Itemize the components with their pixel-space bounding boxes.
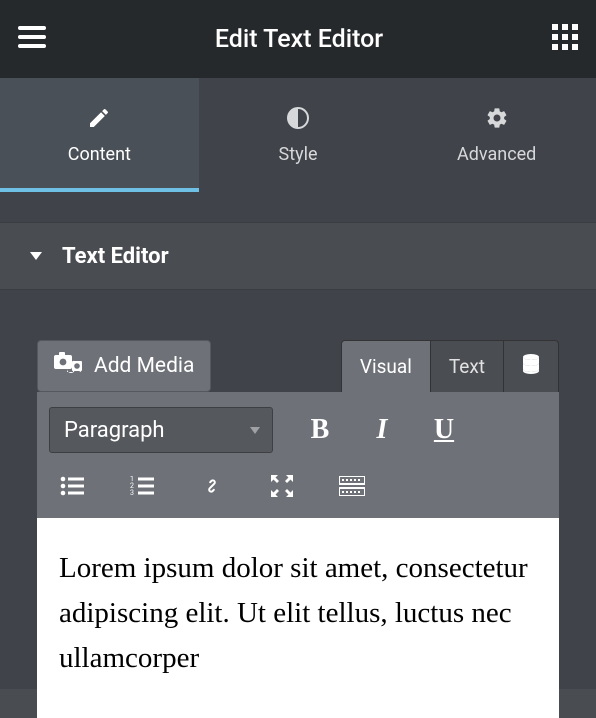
mode-tab-database[interactable] [503,341,558,392]
mode-tab-text[interactable]: Text [430,341,503,392]
mode-tab-visual[interactable]: Visual [342,341,430,392]
underline-button[interactable]: U [429,415,459,445]
fullscreen-button[interactable] [267,471,297,501]
spacer [0,192,596,222]
tab-advanced-label: Advanced [457,144,536,165]
editor-topbar: Add Media Visual Text [37,340,559,392]
main-tabs: Content Style Advanced [0,78,596,192]
add-media-label: Add Media [94,354,194,378]
editor-content-text: Lorem ipsum dolor sit amet, consectetur … [59,546,537,681]
tab-style[interactable]: Style [199,78,398,192]
keyboard-toggle-button[interactable] [337,471,367,501]
italic-button[interactable]: I [367,415,397,445]
editor-mode-tabs: Visual Text [341,340,559,392]
link-button[interactable] [197,471,227,501]
bold-button[interactable]: B [305,415,335,445]
database-icon [522,354,540,379]
add-media-button[interactable]: Add Media [37,340,211,392]
section-title: Text Editor [62,244,169,269]
editor-content-area[interactable]: Lorem ipsum dolor sit amet, consectetur … [37,518,559,718]
mode-tab-text-label: Text [449,355,485,378]
editor-toolbar: Paragraph B I U 123 [37,392,559,518]
camera-icon [54,352,82,380]
hamburger-icon[interactable] [18,25,46,53]
page-title: Edit Text Editor [215,25,383,54]
mode-tab-visual-label: Visual [360,355,412,378]
tab-advanced[interactable]: Advanced [397,78,596,192]
chevron-down-icon [250,423,260,437]
svg-text:3: 3 [130,489,134,496]
section-header[interactable]: Text Editor [0,222,596,290]
apps-grid-icon[interactable] [552,24,578,54]
format-select-value: Paragraph [64,418,165,443]
numbered-list-button[interactable]: 123 [127,471,157,501]
bullet-list-button[interactable] [57,471,87,501]
format-select[interactable]: Paragraph [49,407,273,453]
editor-area: Add Media Visual Text [0,290,596,689]
caret-down-icon [30,249,42,263]
header-bar: Edit Text Editor [0,0,596,78]
tab-content[interactable]: Content [0,78,199,192]
tab-style-label: Style [279,144,318,165]
tab-content-label: Content [68,144,131,165]
